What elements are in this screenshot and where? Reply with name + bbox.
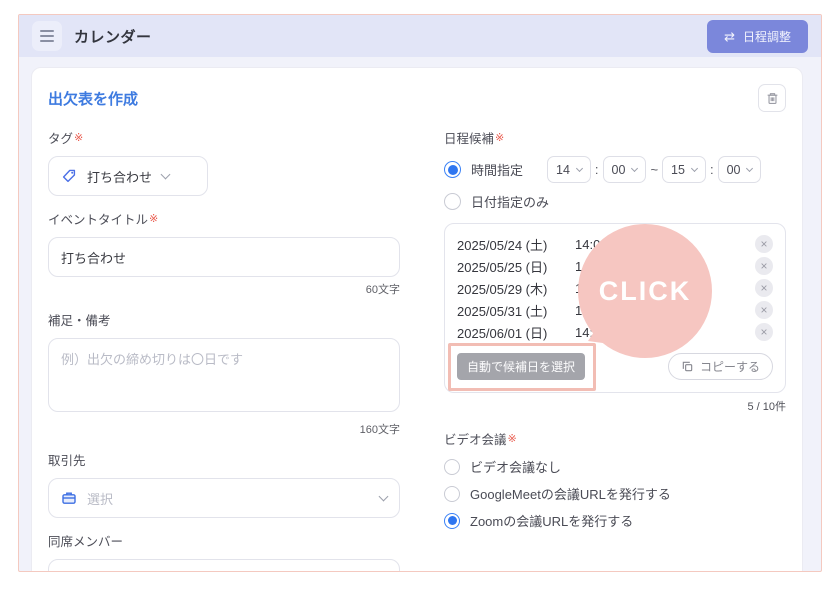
candidate-date: 2025/05/31 (土) bbox=[457, 301, 575, 320]
candidate-list: 2025/05/24 (土) 14:00~15:00 × 2025/05/25 … bbox=[444, 223, 786, 393]
colon-separator: : bbox=[595, 162, 599, 177]
required-mark: ※ bbox=[74, 132, 83, 144]
tag-value: 打ち合わせ bbox=[87, 167, 152, 186]
attendance-form-card: 出欠表を作成 タグ※ 打ち合わせ イベ bbox=[31, 67, 803, 572]
copy-label: コピーする bbox=[700, 358, 760, 375]
hamburger-menu-icon[interactable] bbox=[32, 21, 62, 51]
delete-button[interactable] bbox=[758, 84, 786, 112]
video-zoom-label: Zoomの会議URLを発行する bbox=[470, 511, 633, 530]
radio-unselected-icon bbox=[444, 459, 460, 475]
notes-textarea[interactable] bbox=[48, 338, 400, 412]
candidate-time: 14:00~15:00 bbox=[575, 237, 755, 252]
required-mark: ※ bbox=[508, 433, 517, 445]
radio-unselected-icon bbox=[444, 486, 460, 502]
sync-icon: ⇄ bbox=[724, 30, 735, 43]
candidate-time: 14:00~15:00 bbox=[575, 325, 755, 340]
trash-icon bbox=[765, 91, 780, 106]
client-label: 取引先 bbox=[48, 450, 400, 469]
client-select[interactable]: 選択 bbox=[48, 478, 400, 518]
video-zoom-radio[interactable]: Zoomの会議URLを発行する bbox=[444, 511, 786, 530]
remove-candidate-button[interactable]: × bbox=[755, 279, 773, 297]
briefcase-icon bbox=[61, 490, 77, 506]
tag-label: タグ※ bbox=[48, 128, 400, 147]
auto-select-candidates-button[interactable]: 自動で候補日を選択 bbox=[457, 353, 585, 380]
candidate-time: 14:00~15:00 bbox=[575, 259, 755, 274]
candidate-row: 2025/05/24 (土) 14:00~15:00 × bbox=[457, 233, 773, 255]
notes-counter: 160文字 bbox=[48, 421, 400, 437]
remove-candidate-button[interactable]: × bbox=[755, 235, 773, 253]
time-specified-label: 時間指定 bbox=[471, 160, 523, 179]
copy-icon bbox=[681, 360, 694, 373]
event-title-input[interactable] bbox=[48, 237, 400, 277]
tag-icon bbox=[61, 168, 77, 184]
candidate-row: 2025/06/01 (日) 14:00~15:00 × bbox=[457, 321, 773, 343]
from-minute-select[interactable]: 00 bbox=[603, 156, 647, 183]
chevron-down-icon bbox=[631, 165, 638, 172]
top-bar: カレンダー ⇄ 日程調整 bbox=[19, 15, 821, 57]
candidate-date: 2025/05/24 (土) bbox=[457, 235, 575, 254]
copy-button[interactable]: コピーする bbox=[668, 353, 773, 380]
candidate-count: 5 / 10件 bbox=[444, 398, 786, 414]
video-googlemeet-label: GoogleMeetの会議URLを発行する bbox=[470, 484, 671, 503]
client-placeholder: 選択 bbox=[87, 489, 113, 508]
candidate-row: 2025/05/29 (木) 14:00~15:00 × bbox=[457, 277, 773, 299]
required-mark: ※ bbox=[495, 132, 504, 144]
radio-selected-icon bbox=[444, 161, 461, 178]
chevron-down-icon bbox=[691, 165, 698, 172]
radio-selected-icon bbox=[444, 513, 460, 529]
remove-candidate-button[interactable]: × bbox=[755, 257, 773, 275]
date-only-label: 日付指定のみ bbox=[471, 192, 549, 211]
card-title: 出欠表を作成 bbox=[48, 88, 138, 109]
video-none-radio[interactable]: ビデオ会議なし bbox=[444, 457, 786, 476]
remove-candidate-button[interactable]: × bbox=[755, 323, 773, 341]
candidate-date: 2025/06/01 (日) bbox=[457, 323, 575, 342]
video-conference-label: ビデオ会議※ bbox=[444, 429, 786, 448]
time-specified-radio[interactable]: 時間指定 14 : 00 ~ 15 : 00 bbox=[444, 156, 786, 183]
chevron-down-icon bbox=[379, 491, 389, 501]
page-title: カレンダー bbox=[74, 26, 152, 47]
members-label: 同席メンバー bbox=[48, 531, 400, 550]
candidate-time: 14:00~15:00 bbox=[575, 303, 755, 318]
schedule-adjust-label: 日程調整 bbox=[743, 28, 791, 45]
required-mark: ※ bbox=[149, 213, 158, 225]
colon-separator: : bbox=[710, 162, 714, 177]
event-title-label: イベントタイトル※ bbox=[48, 209, 400, 228]
tilde-separator: ~ bbox=[650, 162, 658, 177]
candidate-time: 14:00~15:00 bbox=[575, 281, 755, 296]
candidate-date: 2025/05/29 (木) bbox=[457, 279, 575, 298]
candidate-date: 2025/05/25 (日) bbox=[457, 257, 575, 276]
from-hour-select[interactable]: 14 bbox=[547, 156, 591, 183]
candidate-row: 2025/05/31 (土) 14:00~15:00 × bbox=[457, 299, 773, 321]
to-minute-select[interactable]: 00 bbox=[718, 156, 762, 183]
date-candidates-label: 日程候補※ bbox=[444, 128, 786, 147]
calendar-window: カレンダー ⇄ 日程調整 出欠表を作成 タグ※ bbox=[18, 14, 822, 572]
chevron-down-icon bbox=[161, 169, 171, 179]
video-googlemeet-radio[interactable]: GoogleMeetの会議URLを発行する bbox=[444, 484, 786, 503]
video-none-label: ビデオ会議なし bbox=[470, 457, 561, 476]
chevron-down-icon bbox=[576, 165, 583, 172]
notes-label: 補足・備考 bbox=[48, 310, 400, 329]
chevron-down-icon bbox=[746, 165, 753, 172]
candidate-row: 2025/05/25 (日) 14:00~15:00 × bbox=[457, 255, 773, 277]
radio-unselected-icon bbox=[444, 193, 461, 210]
tag-select[interactable]: 打ち合わせ bbox=[48, 156, 208, 196]
date-only-radio[interactable]: 日付指定のみ bbox=[444, 192, 786, 211]
schedule-adjust-button[interactable]: ⇄ 日程調整 bbox=[707, 20, 808, 53]
remove-candidate-button[interactable]: × bbox=[755, 301, 773, 319]
members-input[interactable] bbox=[48, 559, 400, 572]
to-hour-select[interactable]: 15 bbox=[662, 156, 706, 183]
event-title-counter: 60文字 bbox=[48, 281, 400, 297]
